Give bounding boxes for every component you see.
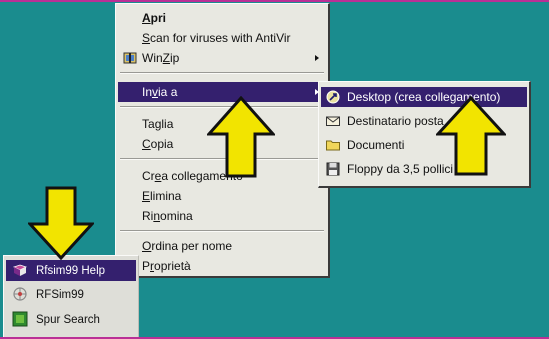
menu-item-label: RFSim99 xyxy=(36,288,84,301)
program-item-spur-search[interactable]: Spur Search xyxy=(6,309,136,330)
menu-item-label: Copia xyxy=(142,137,174,151)
accelerator-key: E xyxy=(142,189,151,203)
down-arrow-icon xyxy=(28,186,94,260)
submenu-arrow-icon xyxy=(315,55,319,61)
folder-icon xyxy=(326,140,340,151)
menu-item-label: Rfsim99 Help xyxy=(36,264,106,277)
menu-item-elimina[interactable]: Elimina xyxy=(118,186,326,206)
menu-separator xyxy=(120,230,324,232)
menu-item-label: Taglia xyxy=(142,117,174,131)
mail-envelope-icon xyxy=(326,116,340,126)
menu-item-label: Scan for viruses with AntiVir xyxy=(142,31,291,45)
up-arrow-icon xyxy=(207,96,275,178)
menu-item-rinomina[interactable]: Rinomina xyxy=(118,206,326,226)
program-item-rfsim99[interactable]: RFSim99 xyxy=(6,284,136,305)
help-book-icon xyxy=(12,264,28,276)
menu-item-proprieta[interactable]: Proprietà xyxy=(118,256,326,276)
menu-item-label: Ordina per nome xyxy=(142,239,233,253)
desktop-shortcut-icon xyxy=(326,90,340,104)
menu-item-label: Invia a xyxy=(142,85,178,99)
accelerator-key: r xyxy=(150,259,155,273)
accelerator-key: A xyxy=(142,11,151,25)
accelerator-key: S xyxy=(142,31,151,45)
menu-item-label: Documenti xyxy=(347,138,405,152)
accelerator-key: n xyxy=(153,209,161,223)
program-item-rfsim99-help[interactable]: Rfsim99 Help xyxy=(6,260,136,281)
spur-search-icon xyxy=(12,311,28,327)
top-border-strip xyxy=(0,0,549,2)
menu-item-scan-viruses[interactable]: Scan for viruses with AntiVir xyxy=(118,28,326,48)
accelerator-key: g xyxy=(154,117,162,131)
floppy-disk-icon xyxy=(326,162,340,176)
accelerator-key: e xyxy=(154,169,162,183)
menu-item-winzip[interactable]: WinZip xyxy=(118,48,326,68)
menu-item-label: Proprietà xyxy=(142,259,191,273)
winzip-icon xyxy=(123,52,137,64)
accelerator-key: v xyxy=(152,85,159,99)
menu-item-ordina-per-nome[interactable]: Ordina per nome xyxy=(118,236,326,256)
menu-separator xyxy=(120,72,324,74)
rfsim-app-icon xyxy=(13,287,27,301)
menu-item-label: Rinomina xyxy=(142,209,193,223)
accelerator-key: C xyxy=(142,137,151,151)
menu-item-label: Destinatario posta xyxy=(347,114,444,128)
menu-item-label: Apri xyxy=(142,11,167,25)
accelerator-key: Z xyxy=(162,51,171,65)
menu-item-label: WinZip xyxy=(142,51,180,65)
up-arrow-icon xyxy=(436,96,506,176)
menu-item-label: Spur Search xyxy=(36,313,100,326)
accelerator-key: O xyxy=(142,239,152,253)
start-menu-program-group: Rfsim99 Help RFSim99 Spur Search xyxy=(3,255,139,337)
menu-item-apri[interactable]: Apri xyxy=(118,8,326,28)
menu-item-label: Elimina xyxy=(142,189,182,203)
